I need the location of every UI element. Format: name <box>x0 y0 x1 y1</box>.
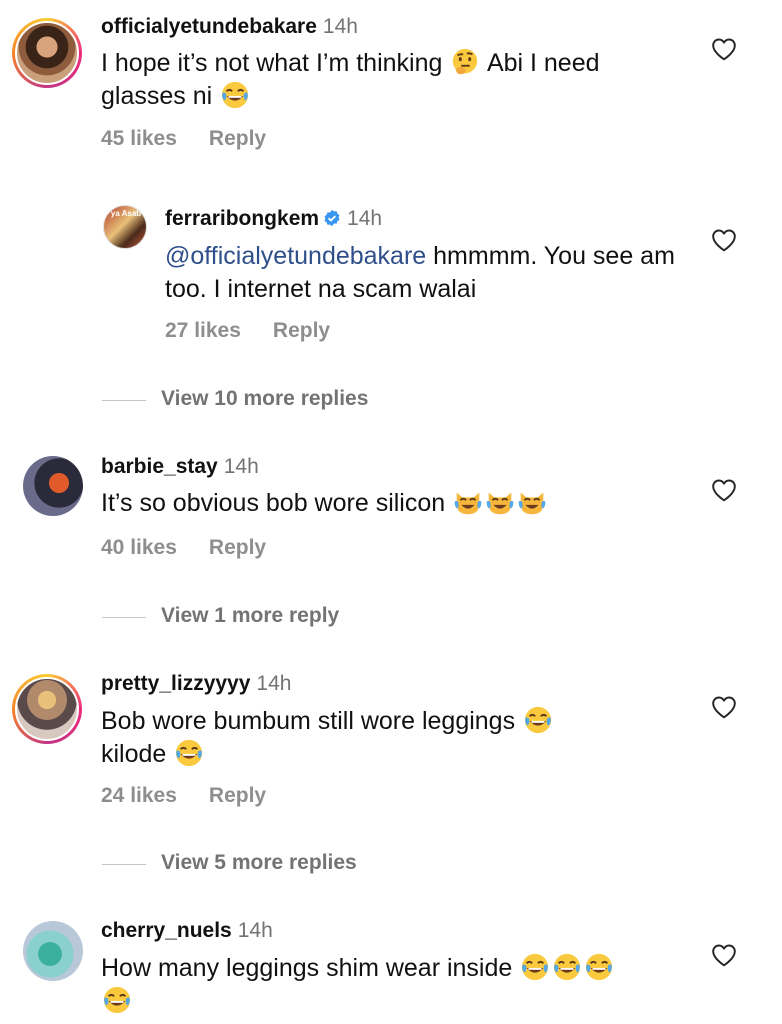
tears-of-joy-icon <box>584 952 614 982</box>
username[interactable]: pretty_lizzyyyy 14h <box>101 672 291 696</box>
crying-cat-icon <box>485 487 515 517</box>
comment-text-line-2: kilode <box>101 740 167 768</box>
likes-count[interactable]: 24 likes <box>101 784 177 807</box>
username[interactable]: cherry_nuels 14h <box>101 919 273 943</box>
username-text[interactable]: ferraribongkem <box>165 207 319 230</box>
timestamp: 14h <box>223 455 259 478</box>
comment-barbie_stay: barbie_stay 14h It’s so obvious bob wore … <box>0 440 782 580</box>
comment-officialyetundebakare: officialyetundebakare 14h I hope it’s not… <box>0 0 782 170</box>
view-more-label[interactable]: View 5 more replies <box>161 851 357 875</box>
reply-ferraribongkem: ya Asab ferraribongkem 14h @officialyetun… <box>0 195 782 365</box>
divider <box>102 617 146 618</box>
heart-outline-icon[interactable] <box>711 695 737 719</box>
username-text[interactable]: cherry_nuels <box>101 919 232 942</box>
heart-outline-icon[interactable] <box>711 37 737 61</box>
comment-text: I hope it’s not what I’m thinking Abi I … <box>101 47 691 113</box>
comment-text-part-1: I hope it’s not what I’m thinking <box>101 49 443 77</box>
username[interactable]: officialyetundebakare 14h <box>101 15 358 39</box>
comment-text-body: It’s so obvious bob wore silicon <box>101 489 446 517</box>
reply-button[interactable]: Reply <box>273 319 330 342</box>
comment-meta: 27 likes Reply <box>165 319 330 343</box>
verified-badge-icon <box>324 209 340 227</box>
username-text[interactable]: pretty_lizzyyyy <box>101 672 250 695</box>
view-more-label[interactable]: View 1 more reply <box>161 604 339 628</box>
reply-button[interactable]: Reply <box>209 784 266 807</box>
likes-count[interactable]: 45 likes <box>101 127 177 150</box>
timestamp: 14h <box>237 919 273 942</box>
comment-meta: 40 likes Reply <box>101 536 266 560</box>
likes-count[interactable]: 40 likes <box>101 536 177 559</box>
avatar[interactable]: ya Asab <box>103 205 147 249</box>
likes-count[interactable]: 27 likes <box>165 319 241 342</box>
username-text[interactable]: officialyetundebakare <box>101 15 317 38</box>
thinking-face-icon <box>450 47 480 77</box>
heart-outline-icon[interactable] <box>711 943 737 967</box>
crying-cat-icon <box>453 487 483 517</box>
comment-cherry_nuels: cherry_nuels 14h How many leggings shim w… <box>0 905 782 1024</box>
tears-of-joy-icon <box>220 80 250 110</box>
view-more-label[interactable]: View 10 more replies <box>161 387 368 411</box>
heart-outline-icon[interactable] <box>711 478 737 502</box>
avatar[interactable] <box>12 674 82 744</box>
reply-button[interactable]: Reply <box>209 127 266 150</box>
avatar[interactable] <box>23 456 83 516</box>
tears-of-joy-icon <box>552 952 582 982</box>
mention-link[interactable]: @officialyetundebakare <box>165 242 426 270</box>
avatar[interactable] <box>23 921 83 981</box>
crying-cat-icon <box>517 487 547 517</box>
comment-meta: 45 likes Reply <box>101 127 266 151</box>
comment-text: It’s so obvious bob wore silicon <box>101 487 691 520</box>
reply-button[interactable]: Reply <box>209 536 266 559</box>
divider <box>102 864 146 865</box>
username-text[interactable]: barbie_stay <box>101 455 218 478</box>
comment-text-body: How many leggings shim wear inside <box>101 954 513 982</box>
tears-of-joy-icon <box>102 985 132 1015</box>
heart-outline-icon[interactable] <box>711 228 737 252</box>
tears-of-joy-icon <box>523 705 553 735</box>
timestamp: 14h <box>347 207 383 230</box>
avatar-overlay-text: ya Asab <box>110 209 142 218</box>
comment-text: How many leggings shim wear inside <box>101 952 691 1018</box>
comment-text: Bob wore bumbum still wore leggings kilo… <box>101 705 691 771</box>
comment-text-line-1: Bob wore bumbum still wore leggings <box>101 707 516 735</box>
timestamp: 14h <box>322 15 358 38</box>
comment-meta: 24 likes Reply <box>101 784 266 808</box>
divider <box>102 400 146 401</box>
username[interactable]: ferraribongkem 14h <box>165 207 382 231</box>
comment-text: @officialyetundebakare hmmmm. You see am… <box>165 240 695 306</box>
timestamp: 14h <box>256 672 292 695</box>
username[interactable]: barbie_stay 14h <box>101 455 259 479</box>
tears-of-joy-icon <box>520 952 550 982</box>
tears-of-joy-icon <box>174 738 204 768</box>
comment-pretty_lizzyyyy: pretty_lizzyyyy 14h Bob wore bumbum still… <box>0 660 782 820</box>
avatar[interactable] <box>12 18 82 88</box>
